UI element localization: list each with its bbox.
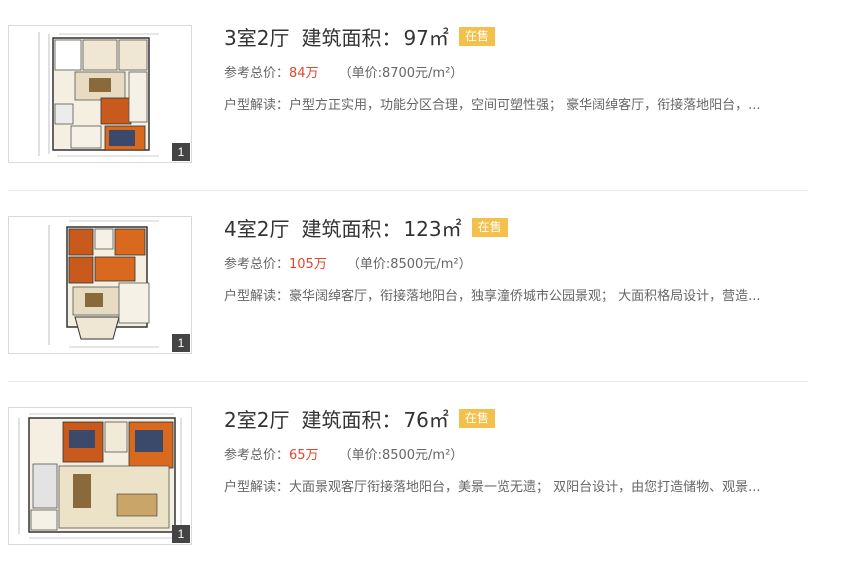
unit-price: （单价:8500元/m²） [346,257,472,272]
listing-title[interactable]: 4室2厅 建筑面积： 123㎡ 在售 [224,213,821,243]
description-text: 豪华阔绰客厅，衔接落地阳台，独享潼侨城市公园景观； 大面积格局设计，营造... [289,289,761,304]
area-label: 建筑面积： [301,408,402,432]
description-label: 户型解读： [224,98,290,113]
description-text: 户型方正实用，功能分区合理，空间可塑性强； 豪华阔绰客厅，衔接落地阳台，... [289,98,761,113]
unit-price: （单价:8500元/m²） [338,448,464,463]
description: 户型解读：豪华阔绰客厅，衔接落地阳台，独享潼侨城市公园景观； 大面积格局设计，营… [224,285,804,304]
price-value: 105万 [289,257,327,272]
status-badge: 在售 [471,218,508,237]
status-badge: 在售 [458,409,495,428]
price-label: 参考总价： [224,66,290,81]
status-badge: 在售 [458,27,495,46]
description-label: 户型解读： [224,480,290,495]
room-layout[interactable]: 3室2厅 [224,26,289,50]
image-count-badge: 1 [172,334,190,352]
area-value: 97㎡ [403,26,449,50]
price-value: 65万 [289,448,319,463]
listing-title[interactable]: 2室2厅 建筑面积： 76㎡ 在售 [224,404,821,434]
listing-info: 3室2厅 建筑面积： 97㎡ 在售 参考总价：84万 （单价:8700元/m²） 户型解… [224,22,821,113]
area-value: 123㎡ [403,217,462,241]
price-label: 参考总价： [224,448,290,463]
floorplan-image [9,408,191,544]
unit-price: （单价:8700元/m²） [338,66,464,81]
floorplan-thumbnail[interactable]: 1 [8,407,192,545]
price-label: 参考总价： [224,257,290,272]
description: 户型解读：户型方正实用，功能分区合理，空间可塑性强； 豪华阔绰客厅，衔接落地阳台… [224,94,804,113]
price-row: 参考总价：105万 （单价:8500元/m²） [224,253,472,272]
image-count-badge: 1 [172,525,190,543]
floorplan-thumbnail[interactable]: 1 [8,25,192,163]
price-row: 参考总价：65万 （单价:8500元/m²） [224,444,463,463]
image-count-badge: 1 [172,143,190,161]
room-layout[interactable]: 4室2厅 [224,217,289,241]
description-text: 大面景观客厅衔接落地阳台，美景一览无遗； 双阳台设计，由您打造储物、观景... [289,480,761,495]
description: 户型解读：大面景观客厅衔接落地阳台，美景一览无遗； 双阳台设计，由您打造储物、观… [224,476,804,495]
floorplan-image [9,217,191,353]
listing-info: 4室2厅 建筑面积： 123㎡ 在售 参考总价：105万 （单价:8500元/m²） 户… [224,213,821,304]
listing-title[interactable]: 3室2厅 建筑面积： 97㎡ 在售 [224,22,821,52]
area-label: 建筑面积： [301,217,402,241]
price-value: 84万 [289,66,319,81]
area-value: 76㎡ [403,408,449,432]
description-label: 户型解读： [224,289,290,304]
price-row: 参考总价：84万 （单价:8700元/m²） [224,62,463,81]
divider [8,190,808,191]
floorplan-image [9,26,191,162]
floorplan-thumbnail[interactable]: 1 [8,216,192,354]
area-label: 建筑面积： [301,26,402,50]
divider [8,381,808,382]
room-layout[interactable]: 2室2厅 [224,408,289,432]
listing-info: 2室2厅 建筑面积： 76㎡ 在售 参考总价：65万 （单价:8500元/m²） 户型解… [224,404,821,495]
